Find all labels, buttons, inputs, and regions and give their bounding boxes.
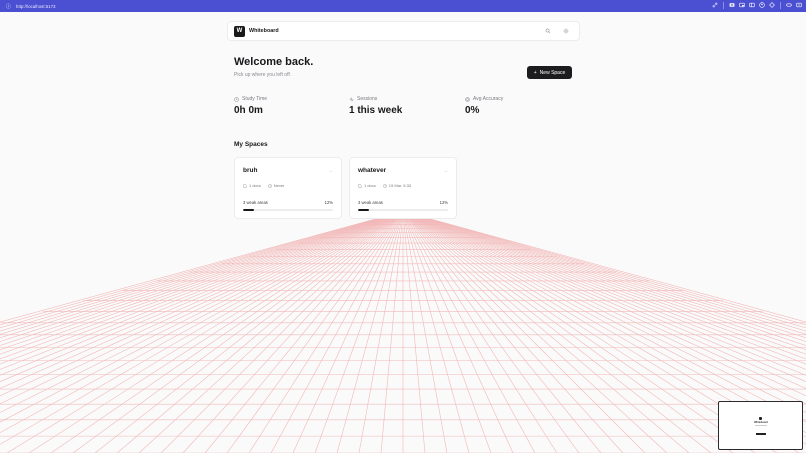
minimap[interactable]: Whiteboard (718, 401, 803, 450)
target-icon (465, 96, 470, 102)
space-docs: 1 docs (364, 183, 376, 188)
app-name: Whiteboard (249, 28, 279, 34)
perspective-grid (0, 217, 806, 453)
weak-areas: 3 weak areas (358, 200, 383, 205)
progress-bar (358, 209, 448, 211)
progress-bar (243, 209, 333, 211)
stat-value: 1 this week (349, 105, 403, 116)
new-space-label: New Space (539, 69, 566, 76)
stat-label: Study Time (242, 96, 268, 102)
space-last-studied: 19 Mar, 5:33 (388, 183, 412, 188)
stat-label: Avg Accuracy (473, 96, 504, 102)
search-icon[interactable] (545, 28, 551, 34)
document-icon (358, 183, 362, 188)
minimap-button (756, 433, 766, 435)
clock-icon (267, 183, 272, 188)
weak-areas: 3 weak areas (243, 200, 268, 205)
minimap-title: Whiteboard (754, 421, 768, 424)
activity-icon (349, 96, 354, 102)
app-header: W Whiteboard (227, 21, 580, 41)
progress-percent: 12% (439, 200, 448, 205)
stat-sessions: Sessions 1 this week (349, 96, 402, 116)
page-title: Welcome back. (234, 56, 314, 68)
progress-fill (358, 209, 369, 211)
space-docs: 1 docs (249, 183, 261, 188)
document-icon (243, 183, 247, 188)
minimap-subtitle-line (755, 425, 767, 426)
space-card[interactable]: whatever → 1 docs 19 Mar, 5:33 3 weak ar… (349, 157, 457, 219)
stat-avg-accuracy: Avg Accuracy 0% (465, 96, 503, 116)
arrow-right-icon: → (443, 168, 448, 174)
plus-icon: + (533, 69, 537, 76)
arrow-right-icon: → (328, 168, 333, 174)
progress-fill (243, 209, 254, 211)
app-logo[interactable]: W (234, 25, 245, 37)
clock-icon (234, 96, 239, 102)
space-name: whatever (358, 167, 387, 174)
space-name: bruh (243, 167, 258, 174)
stat-value: 0% (465, 105, 480, 116)
stat-study-time: Study Time 0h 0m (234, 96, 267, 116)
new-space-button[interactable]: + New Space (527, 66, 572, 79)
space-last-studied: Never (273, 183, 285, 188)
space-card[interactable]: bruh → 1 docs Never 3 weak areas 12% (234, 157, 342, 219)
stat-value: 0h 0m (234, 105, 263, 116)
page-subtitle: Pick up where you left off. (234, 72, 292, 78)
progress-percent: 12% (324, 200, 333, 205)
minimap-logo (759, 417, 762, 420)
theme-toggle-icon[interactable] (563, 28, 569, 34)
section-title: My Spaces (234, 141, 268, 148)
stat-label: Sessions (357, 96, 378, 102)
clock-icon (382, 183, 387, 188)
